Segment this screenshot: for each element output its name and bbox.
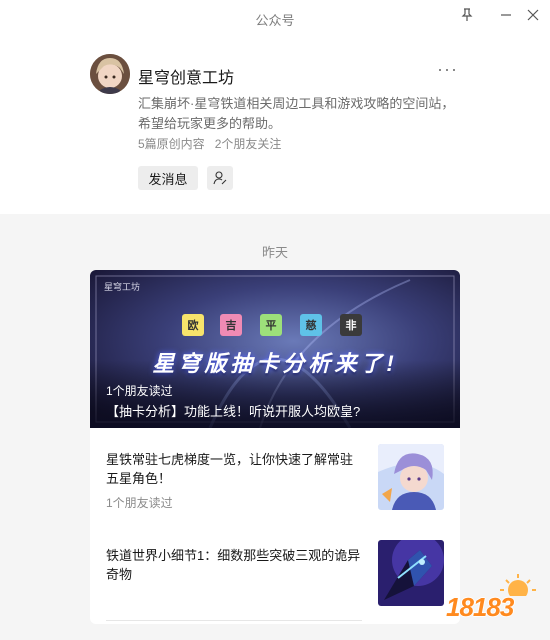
article-card: 星穹工坊 欧 吉 平 慈 非 星穹版抽卡分析来了! 1个朋友读过 【抽卡分析】功… bbox=[90, 270, 460, 624]
close-icon[interactable] bbox=[520, 4, 546, 26]
lead-article[interactable]: 星穹工坊 欧 吉 平 慈 非 星穹版抽卡分析来了! 1个朋友读过 【抽卡分析】功… bbox=[90, 270, 460, 428]
account-stats: 5篇原创内容 2个朋友关注 bbox=[138, 135, 281, 152]
dice-face: 慈 bbox=[300, 314, 322, 336]
watermark-logo: 18183 bbox=[446, 572, 546, 632]
item-divider bbox=[106, 620, 362, 621]
dice-face: 吉 bbox=[220, 314, 242, 336]
more-options-button[interactable]: ··· bbox=[437, 60, 461, 80]
account-name: 星穹创意工坊 bbox=[138, 70, 235, 87]
account-profile: 星穹创意工坊 ··· 汇集崩坏·星穹铁道相关周边工具和游戏攻略的空间站，希望给玩… bbox=[0, 36, 550, 214]
pin-icon[interactable] bbox=[454, 4, 480, 26]
article-title: 星铁常驻七虎梯度一览，让你快速了解常驻五星角色！ bbox=[106, 452, 354, 486]
account-description: 汇集崩坏·星穹铁道相关周边工具和游戏攻略的空间站，希望给玩家更多的帮助。 bbox=[138, 96, 455, 131]
article-read-note: 1个朋友读过 bbox=[106, 496, 173, 510]
article-thumbnail bbox=[378, 540, 444, 606]
title-bar: 公众号 bbox=[0, 0, 550, 36]
watermark-text: 18183 bbox=[446, 592, 514, 622]
dice-face: 非 bbox=[340, 314, 362, 336]
send-message-button[interactable]: 发消息 bbox=[138, 166, 198, 190]
dice-face: 平 bbox=[260, 314, 282, 336]
follow-user-icon[interactable] bbox=[207, 166, 233, 190]
article-title: 铁道世界小细节1：细数那些突破三观的诡异奇物 bbox=[106, 548, 361, 582]
banner-headline: 星穹版抽卡分析来了! bbox=[152, 351, 398, 376]
lead-article-title: 【抽卡分析】功能上线！听说开服人均欧皇? bbox=[106, 404, 361, 419]
friends-following[interactable]: 2个朋友关注 bbox=[215, 137, 282, 151]
original-count: 5篇原创内容 bbox=[138, 137, 205, 151]
account-avatar[interactable] bbox=[90, 54, 130, 94]
article-item[interactable]: 星铁常驻七虎梯度一览，让你快速了解常驻五星角色！ 1个朋友读过 bbox=[90, 428, 460, 524]
article-item[interactable]: 铁道世界小细节1：细数那些突破三观的诡异奇物 bbox=[90, 524, 460, 620]
article-thumbnail bbox=[378, 444, 444, 510]
banner-logo: 星穹工坊 bbox=[104, 282, 141, 292]
dice-face: 欧 bbox=[182, 314, 204, 336]
day-label: 昨天 bbox=[261, 245, 288, 260]
lead-read-note: 1个朋友读过 bbox=[106, 384, 173, 398]
minimize-icon[interactable] bbox=[493, 4, 519, 26]
